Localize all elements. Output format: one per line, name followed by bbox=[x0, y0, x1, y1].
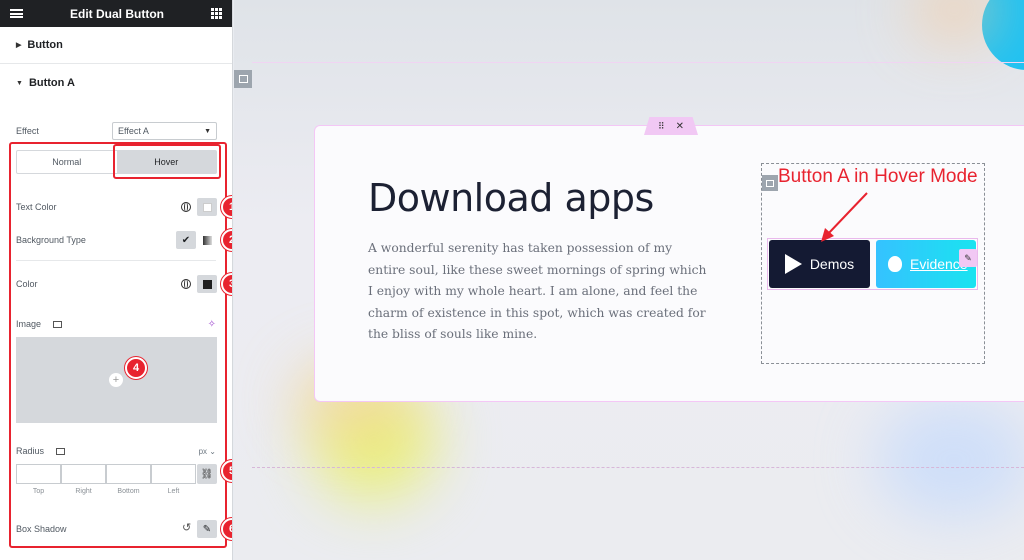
color-picker[interactable] bbox=[197, 275, 217, 293]
tab-normal[interactable]: Normal bbox=[17, 151, 117, 173]
radius-left-label: Left bbox=[167, 488, 180, 495]
text-color-label: Text Color bbox=[16, 202, 57, 212]
section-button[interactable]: ▶ Button bbox=[0, 27, 232, 64]
color-label: Color bbox=[16, 279, 38, 289]
radius-top-label: Top bbox=[32, 488, 45, 495]
box-shadow-label: Box Shadow bbox=[16, 524, 67, 534]
ai-sparkle-icon[interactable]: ✧ bbox=[208, 319, 216, 330]
gradient-icon bbox=[202, 235, 212, 245]
background-gradient-button[interactable] bbox=[197, 231, 217, 249]
color-swatch bbox=[202, 202, 212, 212]
drag-handle-icon[interactable]: ⠿ bbox=[658, 121, 665, 132]
section-button-label: Button bbox=[27, 39, 63, 51]
image-label: Image bbox=[16, 319, 42, 329]
panel-header: Edit Dual Button bbox=[0, 0, 232, 27]
divider bbox=[16, 260, 216, 261]
description-text: A wonderful serenity has taken possessio… bbox=[368, 241, 707, 341]
color-global-button[interactable] bbox=[176, 275, 196, 293]
brush-icon: ✔ bbox=[181, 234, 191, 246]
highlight-hover-tab bbox=[113, 144, 221, 179]
menu-icon[interactable] bbox=[10, 9, 23, 18]
apple-icon bbox=[888, 256, 902, 272]
radius-right-label: Right bbox=[75, 488, 92, 495]
button-a[interactable]: Demos bbox=[769, 240, 870, 288]
widgets-grid-icon[interactable] bbox=[210, 8, 222, 19]
radius-label: Radius bbox=[16, 446, 45, 456]
callout-badge-4: 4 bbox=[125, 357, 147, 379]
radius-bottom-label: Bottom bbox=[117, 488, 140, 495]
desktop-icon[interactable] bbox=[56, 447, 66, 455]
play-store-icon bbox=[784, 254, 802, 274]
section-handle[interactable] bbox=[234, 70, 252, 88]
radius-top-input[interactable] bbox=[16, 464, 61, 484]
close-icon[interactable]: ✕ bbox=[676, 121, 684, 132]
column-icon bbox=[766, 179, 774, 187]
annotation-arrow bbox=[821, 192, 868, 242]
effect-select-value: Effect A bbox=[118, 126, 149, 136]
background-classic-button[interactable]: ✔ bbox=[176, 231, 196, 249]
text-color-global-button[interactable] bbox=[176, 198, 196, 216]
image-row: Image ✧ bbox=[16, 316, 216, 332]
globe-icon bbox=[181, 279, 191, 289]
text-color-picker[interactable] bbox=[197, 198, 217, 216]
radius-right-input[interactable] bbox=[61, 464, 106, 484]
background-type-label: Background Type bbox=[16, 235, 86, 245]
section-button-a[interactable]: ▼ Button A bbox=[0, 64, 232, 102]
editor-panel: Edit Dual Button ▶ Button ▼ Button A Eff… bbox=[0, 0, 233, 560]
globe-icon bbox=[181, 202, 191, 212]
effect-row: Effect Effect A ▼ bbox=[16, 122, 217, 140]
container-toolbar[interactable]: ⠿ ✕ bbox=[644, 117, 698, 135]
column-icon bbox=[238, 75, 248, 83]
annotation-label: Button A in Hover Mode bbox=[778, 166, 978, 187]
radius-row: Radius px ⌄ bbox=[16, 443, 216, 459]
chevron-down-icon: ▼ bbox=[204, 127, 211, 135]
radius-inputs: ⛓ bbox=[16, 464, 217, 484]
color-swatch bbox=[202, 279, 212, 289]
page-heading: Download apps bbox=[368, 176, 654, 220]
panel-title: Edit Dual Button bbox=[70, 6, 164, 21]
edit-widget-icon[interactable]: ✎ bbox=[959, 249, 977, 267]
section-button-a-label: Button A bbox=[28, 77, 75, 89]
radius-left-input[interactable] bbox=[151, 464, 196, 484]
effect-label: Effect bbox=[16, 126, 39, 136]
add-image-icon[interactable]: + bbox=[109, 373, 123, 387]
widget-handle[interactable] bbox=[762, 175, 778, 191]
radius-field-labels: Top Right Bottom Left bbox=[16, 488, 196, 495]
button-a-label: Demos bbox=[809, 256, 855, 272]
radius-bottom-input[interactable] bbox=[106, 464, 151, 484]
caret-down-icon: ▼ bbox=[16, 79, 23, 87]
pencil-icon: ✎ bbox=[202, 523, 212, 535]
desktop-icon[interactable] bbox=[53, 320, 63, 328]
caret-right-icon: ▶ bbox=[16, 42, 22, 49]
reset-icon[interactable]: ↺ bbox=[182, 521, 191, 534]
link-values-icon[interactable]: ⛓ bbox=[197, 464, 217, 484]
unit-select[interactable]: px ⌄ bbox=[199, 447, 216, 456]
box-shadow-edit-button[interactable]: ✎ bbox=[197, 520, 217, 538]
effect-select[interactable]: Effect A ▼ bbox=[112, 122, 217, 140]
